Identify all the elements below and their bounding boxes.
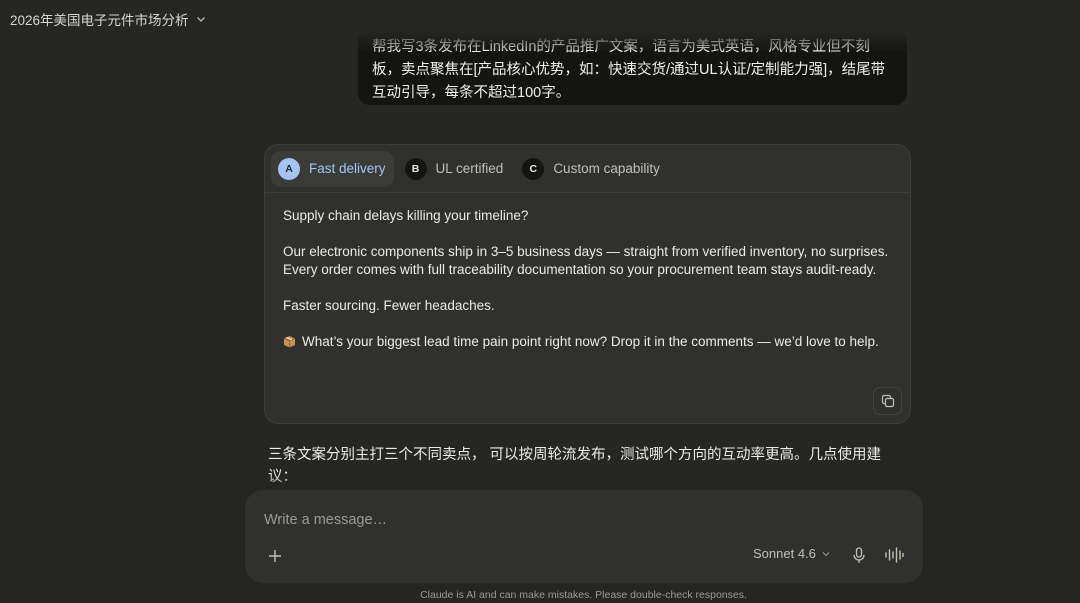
user-message-bubble: 帮我写3条发布在LinkedIn的产品推广文案，语言为美式英语，风格专业但不刻 … bbox=[358, 30, 907, 105]
variant-card: A Fast delivery B UL certified C Custom … bbox=[264, 144, 911, 424]
tab-fast-delivery[interactable]: A Fast delivery bbox=[271, 150, 394, 187]
tab-label: UL certified bbox=[435, 161, 504, 176]
variant-tabs: A Fast delivery B UL certified C Custom … bbox=[265, 145, 910, 193]
message-input[interactable] bbox=[264, 510, 824, 530]
plus-icon bbox=[269, 550, 281, 562]
message-composer: Sonnet 4.6 bbox=[245, 490, 923, 583]
copy-icon bbox=[881, 394, 894, 408]
post-body-line: Our electronic components ship in 3–5 bu… bbox=[283, 244, 889, 259]
tab-label: Fast delivery bbox=[309, 161, 386, 176]
model-label: Sonnet 4.6 bbox=[753, 546, 816, 561]
chevron-down-icon bbox=[822, 551, 830, 556]
post-cta: What’s your biggest lead time pain point… bbox=[302, 334, 879, 349]
assistant-line: 议： bbox=[268, 469, 297, 485]
assistant-line: 三条文案分别主打三个不同卖点， 可以按周轮流发布，测试哪个方向的互动率更高。几点… bbox=[268, 447, 882, 463]
waveform-icon bbox=[885, 547, 904, 563]
voice-mode-button[interactable] bbox=[882, 543, 906, 567]
model-selector[interactable]: Sonnet 4.6 bbox=[753, 546, 831, 561]
variant-content: Supply chain delays killing your timelin… bbox=[265, 193, 910, 351]
assistant-message-text: 三条文案分别主打三个不同卖点， 可以按周轮流发布，测试哪个方向的互动率更高。几点… bbox=[268, 444, 888, 488]
tab-label: Custom capability bbox=[553, 161, 660, 176]
add-attachment-button[interactable] bbox=[263, 544, 287, 568]
tab-letter-badge: A bbox=[278, 157, 300, 180]
package-emoji-icon bbox=[283, 335, 296, 348]
tab-custom-capability[interactable]: C Custom capability bbox=[515, 151, 668, 187]
user-message-line: 板，卖点聚焦在[产品核心优势，如：快速交货/通过UL认证/定制能力强]，结尾带 bbox=[372, 62, 886, 78]
post-hook: Supply chain delays killing your timelin… bbox=[283, 208, 529, 223]
conversation-title: 2026年美国电子元件市场分析 bbox=[10, 13, 189, 28]
post-cta-line: What’s your biggest lead time pain point… bbox=[283, 333, 892, 351]
ai-disclaimer: Claude is AI and can make mistakes. Plea… bbox=[420, 589, 747, 601]
post-tagline: Faster sourcing. Fewer headaches. bbox=[283, 298, 495, 313]
microphone-button[interactable] bbox=[848, 543, 870, 567]
user-message-line: 互动引导，每条不超过100字。 bbox=[372, 85, 571, 101]
tab-ul-certified[interactable]: B UL certified bbox=[398, 151, 512, 187]
chevron-down-icon bbox=[195, 13, 207, 25]
scroll-fade bbox=[358, 30, 907, 50]
post-body-line: Every order comes with full traceability… bbox=[283, 262, 877, 277]
conversation-title-dropdown[interactable]: 2026年美国电子元件市场分析 bbox=[10, 9, 207, 29]
chat-window: 2026年美国电子元件市场分析 帮我写3条发布在LinkedIn的产品推广文案，… bbox=[0, 0, 1080, 603]
copy-button[interactable] bbox=[873, 387, 902, 415]
tab-letter-badge: B bbox=[404, 157, 427, 180]
tab-letter-badge: C bbox=[522, 157, 545, 180]
microphone-icon bbox=[853, 546, 865, 563]
